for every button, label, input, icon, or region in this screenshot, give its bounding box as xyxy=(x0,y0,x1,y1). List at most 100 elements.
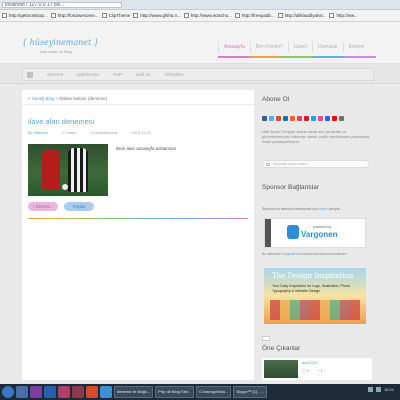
indesign-icon[interactable] xyxy=(58,386,70,398)
subnav-item-2[interactable]: askdnsmje xyxy=(77,72,99,77)
nav-files[interactable]: Dosyalar xyxy=(312,42,343,52)
page-icon xyxy=(133,13,139,18)
share-button[interactable]: Paylaş xyxy=(64,202,94,211)
subnav-item-1[interactable]: deneme xyxy=(47,72,63,77)
rss-icon[interactable] xyxy=(290,116,295,121)
illustrator-icon[interactable] xyxy=(72,386,84,398)
page-icon xyxy=(50,13,56,18)
volume-icon[interactable] xyxy=(376,387,381,392)
nav-home[interactable]: Anasayfa xyxy=(218,42,250,52)
sponsor-text: Sponsor bu sitenizin beslenmek için tırı… xyxy=(262,207,343,211)
ball xyxy=(62,184,68,190)
post-thumbnail[interactable] xyxy=(28,144,108,196)
bookmark-5[interactable]: http://www.w3scho... xyxy=(183,12,232,19)
views-count: ◔ 1 xyxy=(317,368,323,373)
featured-stats: ▢ 1 ◔ 1 xyxy=(302,368,323,373)
clock[interactable]: 16:21 xyxy=(384,387,398,392)
taskbar: deneme ile Bağlı... Php de Blog Sist... … xyxy=(0,384,400,400)
social-icons xyxy=(262,116,344,121)
comments-count: ▢ 1 xyxy=(302,368,310,373)
instagram-icon[interactable] xyxy=(297,116,302,121)
site-logo[interactable]: { hüseyinemanet } xyxy=(22,38,99,47)
design-banner-art xyxy=(270,300,360,320)
post-title[interactable]: ilave alan denemesi xyxy=(28,117,94,126)
media-player-icon[interactable] xyxy=(86,386,98,398)
featured-title: Öne Çıkanlar xyxy=(262,345,301,352)
featured-thumbnail[interactable] xyxy=(264,360,298,378)
powered-by-label: powered by xyxy=(313,225,332,229)
subscribe-title: Abone Ol xyxy=(262,96,290,103)
site-header: { hüseyinemanet } web tasar ım blog Anas… xyxy=(0,22,400,64)
network-icon[interactable] xyxy=(368,387,373,392)
page-icon xyxy=(101,13,107,18)
photoshop-icon[interactable] xyxy=(44,386,56,398)
linkedin-icon[interactable] xyxy=(283,116,288,121)
read-more-button[interactable]: » Devamı... xyxy=(28,202,58,211)
breadcrumb: « Sanalj Blog › Alakan ketime (deneme) xyxy=(28,96,108,101)
player-striped xyxy=(68,148,88,192)
vargonen-logo-icon xyxy=(287,225,299,239)
nav-contact[interactable]: İletişim xyxy=(342,42,370,52)
small-badge[interactable] xyxy=(262,336,270,341)
bookmark-8[interactable]: http://ww... xyxy=(329,12,358,19)
behance-icon[interactable] xyxy=(325,116,330,121)
bookmark-3[interactable]: ClipTheme xyxy=(101,12,130,19)
subnav-item-4[interactable]: asdf as xyxy=(136,72,151,77)
email-icon[interactable] xyxy=(339,116,344,121)
main-nav: Anasayfa Ben Kimim? Galeri Dosyalar İlet… xyxy=(218,42,369,52)
post-meta: by: Mehmet 2 Comm 1 Kendiolbenme 2015-12… xyxy=(28,131,248,135)
browser-titlebar: localhost / 127.0.0.1 / bis... xyxy=(0,0,400,10)
design-banner-subtitle: Your Daily Inspiration for Logo, Illustr… xyxy=(272,284,351,293)
googleplus-icon[interactable] xyxy=(276,116,281,121)
explorer-icon[interactable] xyxy=(16,386,28,398)
design-banner-title: The Design Inspiration xyxy=(272,272,354,280)
page-icon xyxy=(183,13,189,18)
bookmark-2[interactable]: http://fortawesome... xyxy=(50,12,99,19)
twitter-icon[interactable] xyxy=(269,116,274,121)
breadcrumb-current: Alakan ketime (deneme) xyxy=(58,96,108,101)
page-icon xyxy=(329,13,335,18)
breadcrumb-home[interactable]: Sanalj Blog xyxy=(32,96,55,101)
youtube-icon[interactable] xyxy=(332,116,337,121)
post-author[interactable]: by: Mehmet xyxy=(28,131,48,135)
post-date: 2015-12-07 xyxy=(131,131,152,135)
taskbar-item-4[interactable]: Skype™ [1] - ... xyxy=(233,386,267,398)
sub-nav: deneme askdnsmje PHP asdf as Öbfsddsv xyxy=(0,64,400,84)
hosting-note: Bu websitesi Vargonen sunucularında barı… xyxy=(262,252,347,256)
banner-side xyxy=(265,219,271,247)
site-tagline: web tasar ım blog xyxy=(40,49,72,54)
visual-studio-icon[interactable] xyxy=(30,386,42,398)
subnav-item-3[interactable]: PHP xyxy=(113,72,122,77)
featured-item[interactable]: asn1023 ▢ 1 ◔ 1 xyxy=(262,358,372,380)
featured-item-title[interactable]: asn1023 xyxy=(302,360,317,365)
nav-about[interactable]: Ben Kimim? xyxy=(249,42,288,52)
skype-icon[interactable] xyxy=(311,116,316,121)
bookmark-1[interactable]: http://gettootstrap... xyxy=(2,12,48,19)
category-bar: deneme askdnsmje PHP asdf as Öbfsddsv xyxy=(22,68,374,81)
post-excerpt: ilave alan anasayfa aslitamam xyxy=(116,146,177,151)
vargonen-banner[interactable]: powered by Vargonen xyxy=(264,218,366,248)
address-bar[interactable]: localhost / 127.0.0.1 / bis... xyxy=(2,2,122,8)
nav-gallery[interactable]: Galeri xyxy=(287,42,312,52)
facebook-icon[interactable] xyxy=(262,116,267,121)
start-button[interactable] xyxy=(2,386,14,398)
system-tray: 16:21 xyxy=(368,387,398,392)
chrome-icon[interactable] xyxy=(100,386,112,398)
dribbble-icon[interactable] xyxy=(318,116,323,121)
email-subscribe-input[interactable]: Eleposte yazıp enterı... xyxy=(262,160,370,168)
home-icon[interactable] xyxy=(27,71,33,78)
taskbar-item-2[interactable]: Php de Blog Sist... xyxy=(155,386,195,398)
color-divider xyxy=(28,218,248,219)
design-inspiration-banner[interactable]: The Design Inspiration Your Daily Inspir… xyxy=(264,268,366,324)
bookmark-4[interactable]: http://www.gfsha.n... xyxy=(133,12,181,19)
nav-color-bar xyxy=(218,56,376,58)
post-category[interactable]: 1 Kendiolbenme xyxy=(90,131,117,135)
subnav-item-5[interactable]: Öbfsddsv xyxy=(165,72,184,77)
post-comments[interactable]: 2 Comm xyxy=(62,131,76,135)
bookmark-7[interactable]: http://aliklaadlyahsi... xyxy=(277,12,326,19)
page-icon xyxy=(234,13,240,18)
taskbar-item-3[interactable]: C:\xampp\htdo... xyxy=(196,386,232,398)
taskbar-item-1[interactable]: deneme ile Bağlı... xyxy=(114,386,154,398)
bookmark-6[interactable]: http://freepadb... xyxy=(234,12,275,19)
pinterest-icon[interactable] xyxy=(304,116,309,121)
